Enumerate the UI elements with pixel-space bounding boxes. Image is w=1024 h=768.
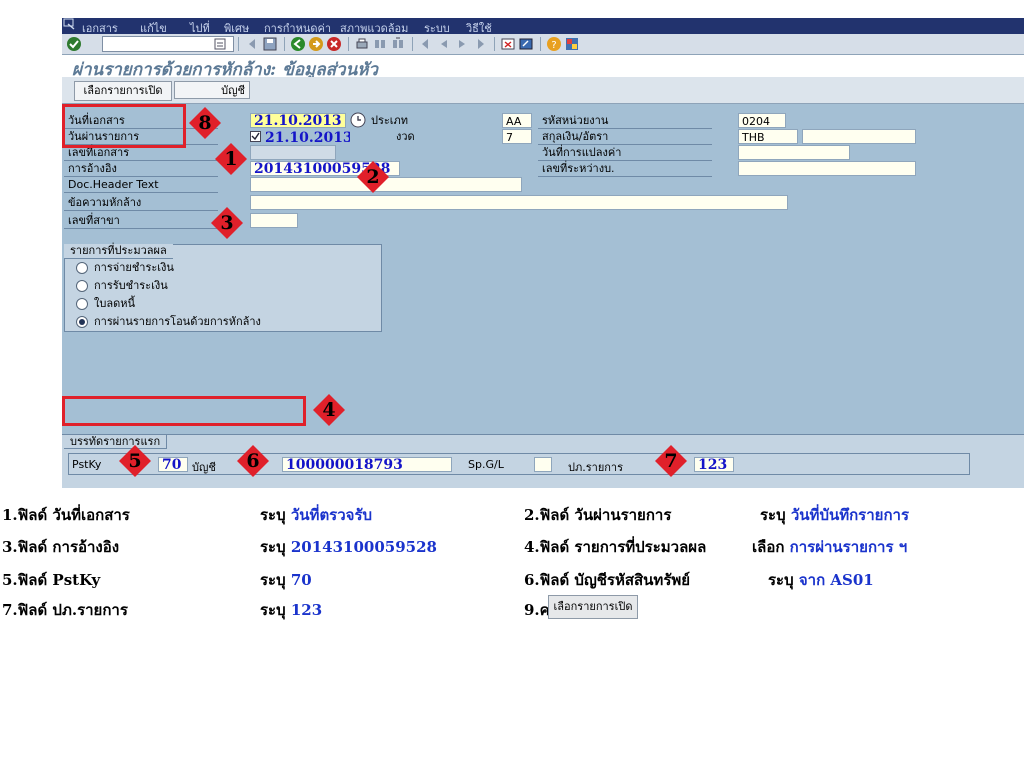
clearing-text-field[interactable]	[250, 195, 788, 210]
callout-badge-3: 3	[210, 206, 244, 240]
doc-number-field[interactable]	[250, 145, 336, 160]
svg-text:?: ?	[551, 40, 556, 51]
spgl-label: Sp.G/L	[468, 458, 504, 471]
account-button[interactable]: บัญชี	[174, 81, 250, 99]
radio-selected-icon[interactable]	[76, 316, 88, 328]
instruction-5-value: ระบุ 70	[260, 571, 312, 589]
pstky-label: PstKy	[72, 458, 102, 471]
clearing-text-label: ข้อความหักล้าง	[64, 196, 218, 211]
radio-icon[interactable]	[76, 298, 88, 310]
doc-date-field[interactable]: 21.10.2013	[250, 113, 346, 128]
select-open-items-button[interactable]: เลือกรายการเปิด	[74, 81, 172, 101]
intercompany-field[interactable]	[738, 161, 916, 176]
find-next-icon[interactable]	[390, 36, 406, 52]
instruction-7-label: 7.ฟิลด์ ปภ.รายการ	[2, 601, 128, 619]
create-session-icon[interactable]	[500, 36, 516, 52]
account-field[interactable]: 100000018793	[282, 457, 452, 472]
radio-icon[interactable]	[76, 280, 88, 292]
cancel-icon[interactable]	[326, 36, 342, 52]
translation-date-label: วันที่การแปลงค่า	[538, 146, 712, 161]
intercompany-label: เลขที่ระหว่างบ.	[538, 162, 712, 177]
exit-icon[interactable]	[308, 36, 324, 52]
branch-label: เลขที่สาขา	[64, 214, 218, 229]
radio-transfer-posting[interactable]: การผ่านรายการโอนด้วยการหักล้าง	[76, 314, 261, 330]
next-page-icon[interactable]	[454, 36, 470, 52]
radio-incoming-payment[interactable]: การรับชำระเงิน	[76, 278, 168, 294]
callout-badge-8: 8	[188, 106, 222, 140]
doc-number-label: เลขที่เอกสาร	[64, 146, 218, 161]
instruction-3-value: ระบุ 20143100059528	[260, 538, 437, 556]
radio-outgoing-payment[interactable]: การจ่ายชำระเงิน	[76, 260, 174, 276]
help-icon[interactable]: ?	[546, 36, 562, 52]
instruction-open-items-button[interactable]: เลือกรายการเปิด	[548, 595, 638, 619]
instruction-2-value: ระบุ วันที่บันทึกรายการ	[760, 506, 910, 524]
translation-date-field[interactable]	[738, 145, 850, 160]
callout-badge-2: 2	[356, 160, 390, 194]
instruction-5-label: 5.ฟิลด์ PstKy	[2, 571, 101, 589]
transaction-type-field[interactable]: 123	[694, 457, 734, 472]
back-arrow-icon[interactable]	[244, 36, 260, 52]
standard-toolbar: ?	[62, 34, 1024, 55]
highlight-transfer-posting	[62, 396, 306, 426]
title-area: ผ่านรายการด้วยการหักล้าง: ข้อมูลส่วนหัว	[62, 55, 1024, 80]
posting-date-field[interactable]: 21.10.2013	[262, 131, 350, 146]
period-field[interactable]: 7	[502, 129, 532, 144]
layout-menu-icon[interactable]	[564, 36, 580, 52]
first-line-item-box: บรรทัดรายการแรก PstKy 70 บัญชี 100000018…	[62, 434, 1024, 488]
highlight-open-items	[62, 104, 186, 148]
instruction-6-label: 6.ฟิลด์ บัญชีรหัสสินทรัพย์	[524, 571, 691, 589]
instruction-6-value: ระบุ จาก AS01	[768, 571, 874, 589]
spgl-field[interactable]	[534, 457, 552, 472]
find-icon[interactable]	[372, 36, 388, 52]
processing-group-title: รายการที่ประมวลผล	[64, 244, 173, 259]
instruction-4-label: 4.ฟิลด์ รายการที่ประมวลผล	[524, 538, 707, 556]
first-page-icon[interactable]	[418, 36, 434, 52]
exchange-rate-field[interactable]	[802, 129, 916, 144]
command-history-icon[interactable]	[212, 36, 228, 52]
callout-badge-1: 1	[214, 142, 248, 176]
radio-credit-memo[interactable]: ใบลดหนี้	[76, 296, 135, 312]
account-label: บัญชี	[192, 461, 216, 474]
pstky-field[interactable]: 70	[158, 457, 188, 472]
header-text-label: Doc.Header Text	[64, 178, 218, 193]
menu-bar: เอกสาร แก้ไข ไปที่ พิเศษ การกำหนดค่า สภา…	[62, 18, 1024, 35]
period-label: งวด	[396, 130, 415, 143]
callout-badge-7: 7	[654, 444, 688, 478]
calendar-icon[interactable]	[350, 112, 366, 128]
shortcut-icon[interactable]	[518, 36, 534, 52]
instruction-1-value: ระบุ วันที่ตรวจรับ	[260, 506, 373, 524]
system-menu-icon[interactable]	[62, 18, 76, 30]
radio-icon[interactable]	[76, 262, 88, 274]
company-code-field[interactable]: 0204	[738, 113, 786, 128]
transaction-type-label: ปภ.รายการ	[568, 461, 624, 474]
last-page-icon[interactable]	[472, 36, 488, 52]
company-code-label: รหัสหน่วยงาน	[538, 114, 712, 129]
callout-badge-4: 4	[312, 393, 346, 427]
checkbox-icon	[250, 131, 261, 142]
type-field[interactable]: AA	[502, 113, 532, 128]
back-icon[interactable]	[290, 36, 306, 52]
instruction-1-label: 1.ฟิลด์ วันที่เอกสาร	[2, 506, 130, 524]
instruction-7-value: ระบุ 123	[260, 601, 323, 619]
branch-field[interactable]	[250, 213, 298, 228]
currency-field[interactable]: THB	[738, 129, 798, 144]
header-form: วันที่เอกสาร 21.10.2013 ประเภท AA รหัสหน…	[62, 104, 1024, 414]
callout-badge-6: 6	[236, 444, 270, 478]
previous-page-icon[interactable]	[436, 36, 452, 52]
instruction-3-label: 3.ฟิลด์ การอ้างอิง	[2, 538, 120, 556]
type-label: ประเภท	[371, 114, 409, 127]
callout-badge-5: 5	[118, 444, 152, 478]
application-toolbar: เลือกรายการเปิด บัญชี	[62, 77, 1024, 104]
instruction-4-value: เลือก การผ่านรายการ ฯ	[752, 538, 908, 556]
print-icon[interactable]	[354, 36, 370, 52]
currency-label: สกุลเงิน/อัตรา	[538, 130, 712, 145]
enter-check-icon[interactable]	[66, 36, 82, 52]
instruction-2-label: 2.ฟิลด์ วันผ่านรายการ	[524, 506, 672, 524]
reference-label: การอ้างอิง	[64, 162, 218, 177]
save-icon[interactable]	[262, 36, 278, 52]
